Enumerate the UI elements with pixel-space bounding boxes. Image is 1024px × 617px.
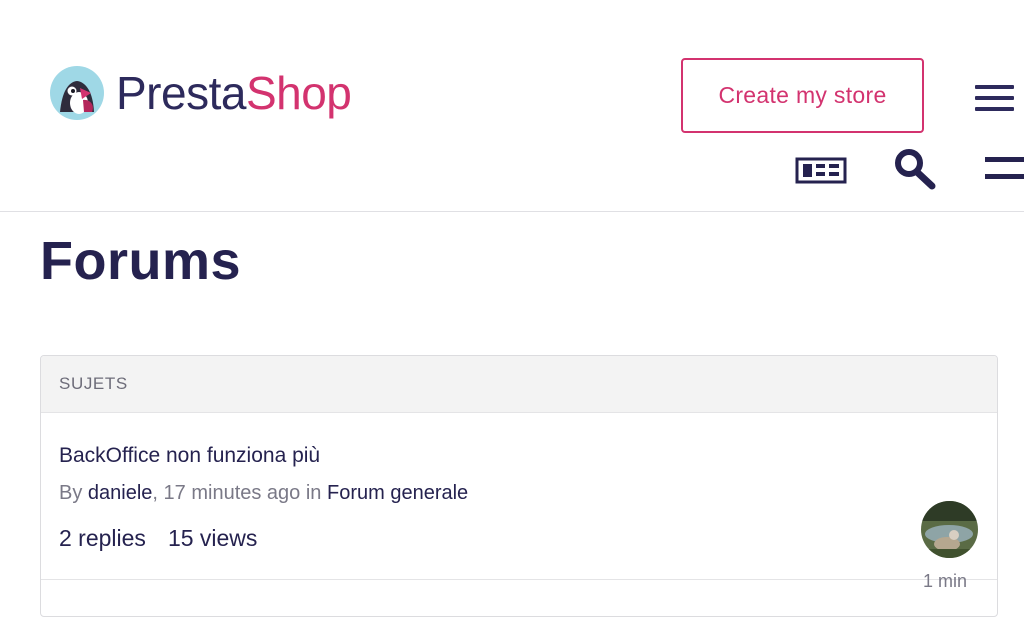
topic-row: BackOffice non funziona più By daniele, … xyxy=(41,413,997,591)
topic-time-ago: , 17 minutes ago in xyxy=(152,482,322,504)
topic-title-link[interactable]: BackOffice non funziona più xyxy=(59,444,320,468)
hamburger-menu-icon[interactable] xyxy=(975,85,1014,115)
topic-author-link[interactable]: daniele xyxy=(88,482,153,504)
topic-replies: 2 replies xyxy=(59,525,146,551)
last-activity-time: 1 min xyxy=(923,571,968,591)
create-my-store-button[interactable]: Create my store xyxy=(681,58,924,133)
menu-icon[interactable] xyxy=(985,157,1024,183)
logo-text-presta: Presta xyxy=(116,67,246,119)
topic-meta: By daniele, 17 minutes ago in Forum gene… xyxy=(59,482,468,505)
topic-by-label: By xyxy=(59,482,83,504)
page-title: Forums xyxy=(40,231,242,291)
logo-wordmark: PrestaShop xyxy=(116,67,352,119)
search-icon[interactable] xyxy=(889,148,937,190)
avatar[interactable] xyxy=(921,501,978,558)
logo-text-shop: Shop xyxy=(245,67,352,119)
site-header: PrestaShop Create my store xyxy=(0,0,1024,212)
news-icon[interactable] xyxy=(795,157,847,184)
topics-panel: SUJETS BackOffice non funziona più By da… xyxy=(40,355,998,617)
topic-stats: 2 replies 15 views xyxy=(59,525,257,552)
avatar-image xyxy=(921,501,978,558)
topics-column-header: SUJETS xyxy=(41,356,997,413)
topic-forum-link[interactable]: Forum generale xyxy=(327,482,468,504)
logo-icon xyxy=(50,66,104,120)
topic-views: 15 views xyxy=(167,525,258,551)
logo[interactable]: PrestaShop xyxy=(50,66,352,120)
